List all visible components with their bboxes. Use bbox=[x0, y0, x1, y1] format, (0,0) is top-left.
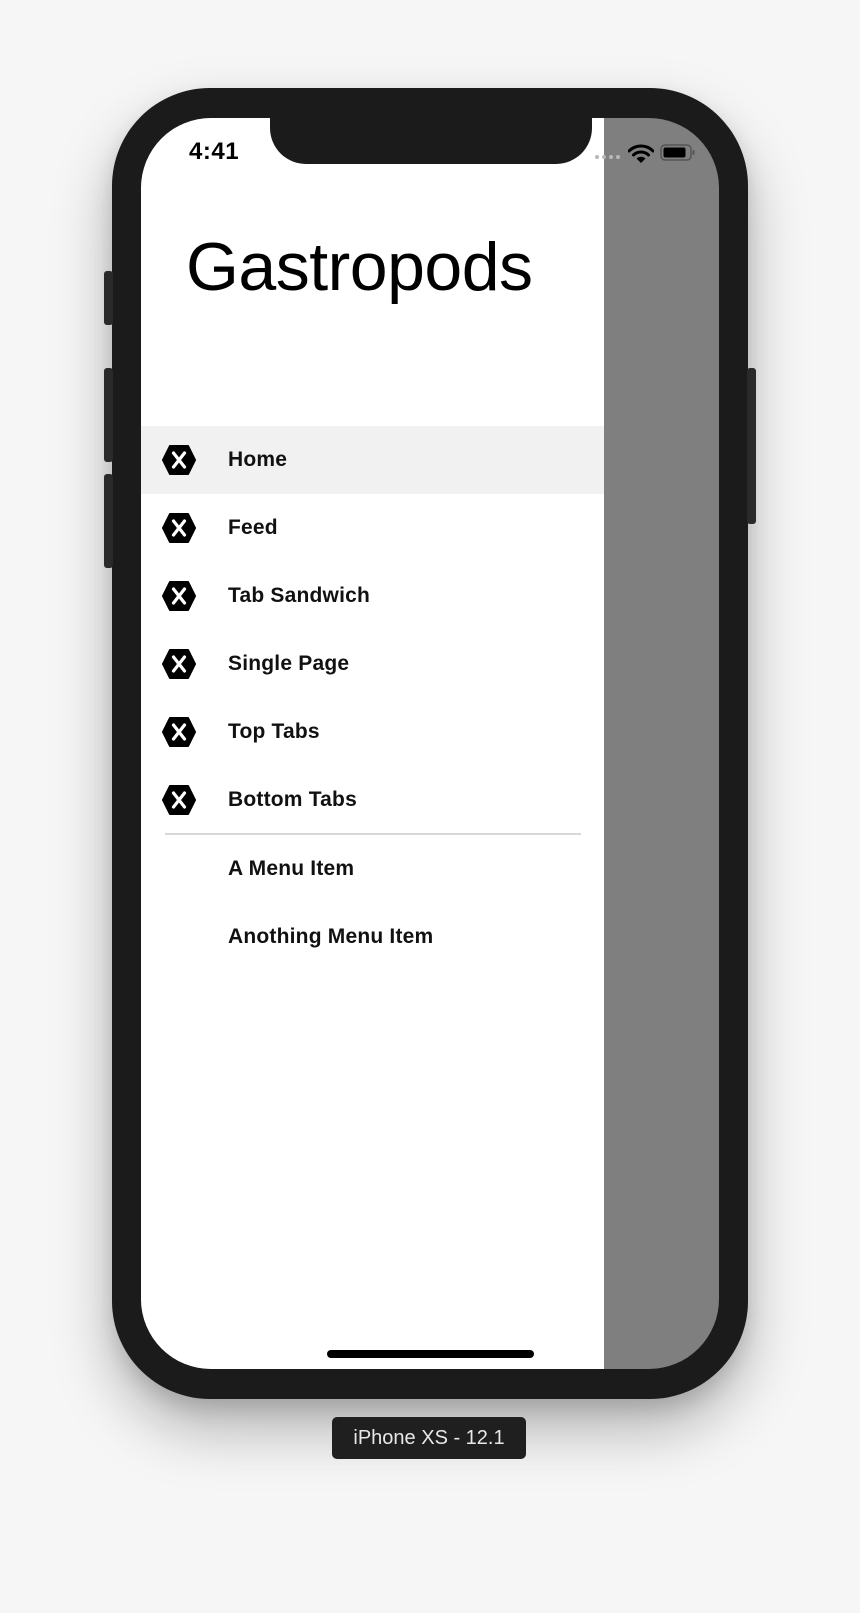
flyout-item-feed[interactable]: Feed bbox=[141, 494, 604, 562]
flyout-title: Gastropods bbox=[186, 229, 533, 305]
xamarin-hexagon-icon bbox=[162, 717, 196, 747]
menu-item-label: Anothing Menu Item bbox=[228, 925, 434, 948]
battery-icon bbox=[660, 144, 695, 161]
xamarin-hexagon-icon bbox=[162, 445, 196, 475]
flyout-items: Home Feed Tab Sandwich Single Page Top T… bbox=[141, 426, 604, 834]
flyout-item-bottom-tabs[interactable]: Bottom Tabs bbox=[141, 766, 604, 834]
notch bbox=[270, 118, 592, 164]
device-label: iPhone XS - 12.1 bbox=[332, 1417, 526, 1459]
status-time: 4:41 bbox=[189, 138, 240, 165]
flyout-menu-items: A Menu Item Anothing Menu Item bbox=[141, 835, 604, 971]
volume-down-button bbox=[104, 474, 113, 568]
xamarin-hexagon-icon bbox=[162, 649, 196, 679]
flyout-item-tab-sandwich[interactable]: Tab Sandwich bbox=[141, 562, 604, 630]
menu-item-label: A Menu Item bbox=[228, 857, 355, 880]
flyout-item-home[interactable]: Home bbox=[141, 426, 604, 494]
flyout-item-label: Feed bbox=[228, 516, 278, 539]
xamarin-hexagon-icon bbox=[162, 513, 196, 543]
xamarin-hexagon-icon bbox=[162, 785, 196, 815]
signal-dots-icon bbox=[595, 155, 620, 159]
wifi-icon bbox=[628, 144, 654, 163]
menu-item-anothing-menu-item[interactable]: Anothing Menu Item bbox=[141, 903, 604, 971]
xamarin-hexagon-icon bbox=[162, 581, 196, 611]
menu-item-a-menu-item[interactable]: A Menu Item bbox=[141, 835, 604, 903]
flyout-item-label: Top Tabs bbox=[228, 720, 320, 743]
flyout-item-label: Bottom Tabs bbox=[228, 788, 357, 811]
mute-switch bbox=[104, 271, 113, 325]
home-indicator[interactable] bbox=[327, 1350, 534, 1358]
flyout-item-label: Tab Sandwich bbox=[228, 584, 371, 607]
flyout-item-top-tabs[interactable]: Top Tabs bbox=[141, 698, 604, 766]
power-button bbox=[747, 368, 756, 524]
flyout-item-label: Single Page bbox=[228, 652, 350, 675]
volume-up-button bbox=[104, 368, 113, 462]
flyout-item-single-page[interactable]: Single Page bbox=[141, 630, 604, 698]
flyout-item-label: Home bbox=[228, 448, 288, 471]
